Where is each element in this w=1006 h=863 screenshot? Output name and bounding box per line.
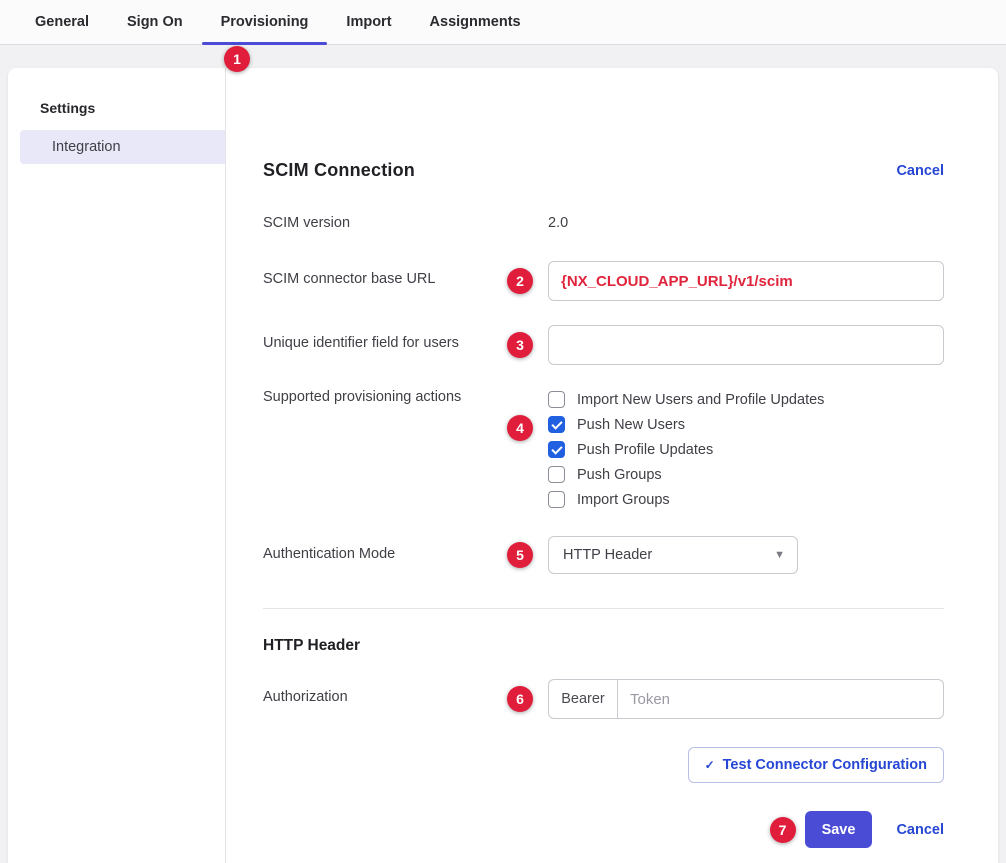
auth-mode-label: Authentication Mode [263, 536, 548, 562]
checkbox-import-new-users[interactable] [548, 391, 565, 408]
unique-id-input[interactable] [548, 325, 944, 365]
scim-version-label: SCIM version [263, 215, 548, 231]
cancel-link-top[interactable]: Cancel [896, 163, 944, 179]
checkbox-push-profile-updates[interactable] [548, 441, 565, 458]
checkbox-push-groups[interactable] [548, 466, 565, 483]
tab-provisioning[interactable]: Provisioning [202, 0, 328, 44]
provisioning-actions-list: Import New Users and Profile Updates Pus… [548, 389, 944, 508]
scim-connection-form: SCIM Connection Cancel SCIM version 2.0 … [226, 68, 998, 863]
checkbox-label: Push New Users [577, 417, 685, 433]
test-connector-button[interactable]: ✓ Test Connector Configuration [688, 747, 944, 783]
annotation-badge-5: 5 [507, 542, 533, 568]
annotation-badge-3: 3 [507, 332, 533, 358]
checkbox-row-push-profile-updates[interactable]: Push Profile Updates [548, 441, 944, 458]
test-connector-label: Test Connector Configuration [723, 757, 927, 773]
base-url-input[interactable] [548, 261, 944, 301]
tab-assignments[interactable]: Assignments [411, 0, 540, 44]
auth-mode-value: HTTP Header [563, 547, 652, 563]
annotation-badge-1: 1 [224, 46, 250, 72]
checkbox-label: Import New Users and Profile Updates [577, 392, 824, 408]
save-button[interactable]: Save [805, 811, 873, 848]
page-title: SCIM Connection [263, 160, 415, 181]
checkbox-push-new-users[interactable] [548, 416, 565, 433]
provisioning-actions-label: Supported provisioning actions [263, 389, 548, 405]
checkbox-import-groups[interactable] [548, 491, 565, 508]
auth-mode-select[interactable]: HTTP Header ▼ [548, 536, 798, 574]
checkbox-row-push-groups[interactable]: Push Groups [548, 466, 944, 483]
authorization-label: Authorization [263, 679, 548, 705]
sidebar-item-integration[interactable]: Integration [20, 130, 225, 164]
base-url-label: SCIM connector base URL [263, 261, 548, 287]
auth-prefix-bearer: Bearer [548, 679, 618, 719]
checkbox-label: Push Profile Updates [577, 442, 713, 458]
app-tab-bar: General Sign On Provisioning Import Assi… [0, 0, 1006, 45]
unique-id-label: Unique identifier field for users [263, 325, 548, 351]
tab-import[interactable]: Import [327, 0, 410, 44]
http-header-heading: HTTP Header [263, 637, 944, 655]
checkbox-row-push-new-users[interactable]: Push New Users [548, 416, 944, 433]
tab-sign-on[interactable]: Sign On [108, 0, 202, 44]
checkbox-row-import-new-users[interactable]: Import New Users and Profile Updates [548, 391, 944, 408]
checkbox-label: Push Groups [577, 467, 662, 483]
sidebar-title: Settings [8, 100, 225, 116]
scim-version-value: 2.0 [548, 215, 944, 231]
token-input[interactable] [618, 679, 944, 719]
tab-general[interactable]: General [16, 0, 108, 44]
annotation-badge-2: 2 [507, 268, 533, 294]
settings-sidebar: Settings Integration [8, 68, 226, 863]
provisioning-card: Settings Integration SCIM Connection Can… [8, 68, 998, 863]
cancel-link-bottom[interactable]: Cancel [896, 822, 944, 838]
section-divider [263, 608, 944, 609]
checkbox-label: Import Groups [577, 492, 670, 508]
checkbox-row-import-groups[interactable]: Import Groups [548, 491, 944, 508]
chevron-down-icon: ▼ [774, 549, 785, 561]
check-icon: ✓ [705, 758, 715, 772]
annotation-badge-7: 7 [770, 817, 796, 843]
annotation-badge-6: 6 [507, 686, 533, 712]
annotation-badge-4: 4 [507, 415, 533, 441]
